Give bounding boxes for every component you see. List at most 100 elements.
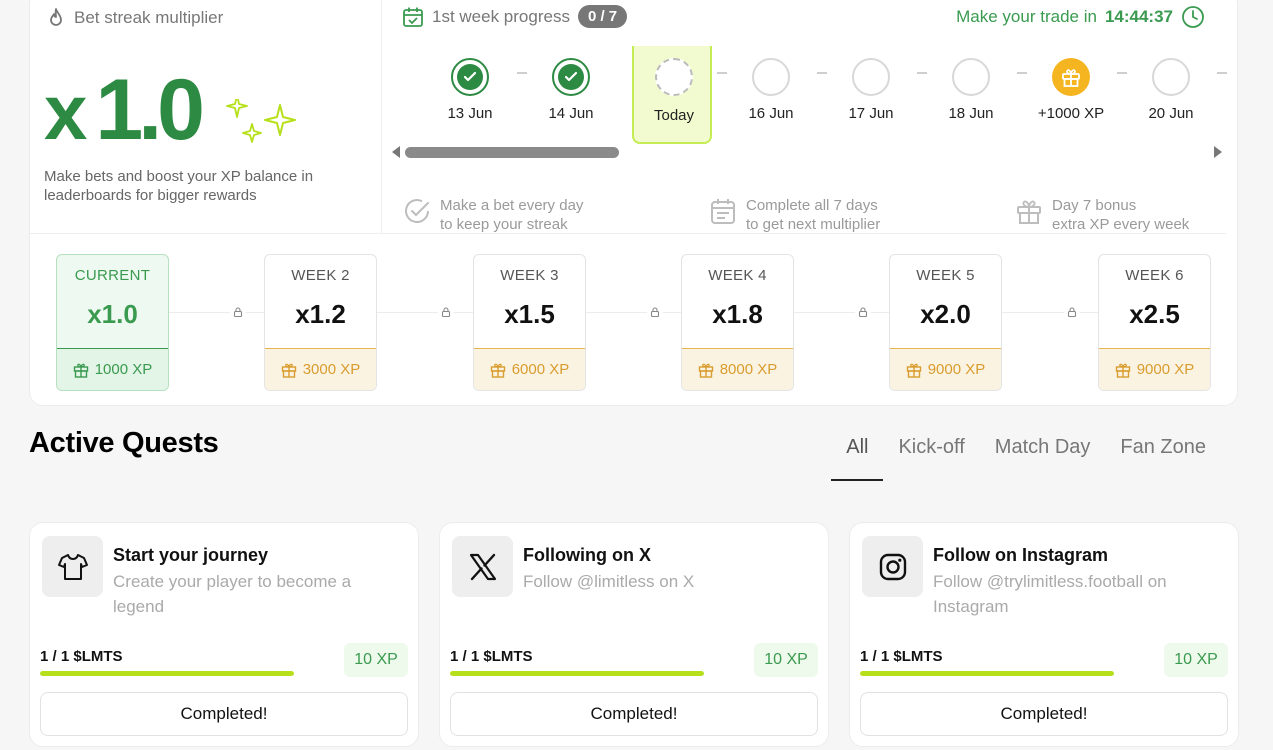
- quest-completed-button[interactable]: Completed!: [40, 692, 408, 736]
- hint-text: Make a bet every day to keep your streak: [440, 196, 583, 234]
- quest-progress-fill: [450, 671, 704, 676]
- scroll-thumb[interactable]: [405, 147, 619, 158]
- week-xp-reward: 6000 XP: [474, 348, 585, 390]
- week-xp-text: 8000 XP: [719, 361, 778, 378]
- week-name: WEEK 4: [708, 267, 767, 284]
- day-item[interactable]: 16 Jun: [731, 46, 811, 152]
- tab-match-day[interactable]: Match Day: [980, 434, 1106, 481]
- week-xp-reward: 3000 XP: [265, 348, 376, 390]
- week-xp-reward: 8000 XP: [682, 348, 793, 390]
- scroll-left-arrow-icon[interactable]: [392, 146, 400, 158]
- hint-text: Complete all 7 days to get next multiplie…: [746, 196, 880, 234]
- week-name: WEEK 6: [1125, 267, 1184, 284]
- x-logo-icon: [469, 553, 496, 580]
- quest-completed-button[interactable]: Completed!: [450, 692, 818, 736]
- week-multiplier: x2.5: [1129, 299, 1180, 329]
- week-card[interactable]: WEEK 4 x1.8 8000 XP: [681, 254, 794, 391]
- streak-description: Make bets and boost your XP balance in l…: [44, 168, 314, 204]
- tab-kick-off[interactable]: Kick-off: [883, 434, 979, 481]
- hint-line: Day 7 bonus: [1052, 197, 1137, 214]
- quest-card: Following on X Follow @limitless on X 1 …: [439, 522, 829, 747]
- week-xp-text: 1000 XP: [94, 361, 153, 378]
- week-card-current[interactable]: CURRENT x1.0 1000 XP: [56, 254, 169, 391]
- quest-xp-badge: 10 XP: [344, 643, 408, 677]
- lock-icon: [855, 304, 871, 320]
- quest-progress-fill: [860, 671, 1114, 676]
- quest-card: Follow on Instagram Follow @trylimitless…: [849, 522, 1239, 747]
- quest-description: Create your player to become a legend: [113, 572, 352, 616]
- sparkles-icon: [226, 99, 296, 143]
- hint-line: extra XP every week: [1052, 216, 1190, 233]
- week-card[interactable]: WEEK 5 x2.0 9000 XP: [889, 254, 1002, 391]
- gift-icon: [1062, 69, 1080, 87]
- week-name: WEEK 3: [500, 267, 559, 284]
- quest-title: Following on X: [523, 545, 651, 565]
- days-scrollbar[interactable]: [392, 146, 1222, 160]
- quest-description: Follow @limitless on X: [523, 572, 695, 591]
- day-item[interactable]: 18 Jun: [931, 46, 1011, 152]
- streak-title-text: Bet streak multiplier: [74, 8, 224, 27]
- week-card[interactable]: WEEK 2 x1.2 3000 XP: [264, 254, 377, 391]
- scroll-right-arrow-icon[interactable]: [1214, 146, 1222, 158]
- day-status-done: [552, 58, 590, 96]
- day-item[interactable]: 2: [1199, 46, 1237, 152]
- trade-timer: Make your trade in 14:44:37: [956, 5, 1205, 29]
- week-xp-text: 9000 XP: [927, 361, 986, 378]
- hint-line: Complete all 7 days: [746, 197, 878, 214]
- gift-icon: [490, 363, 505, 378]
- hint-text: Day 7 bonus extra XP every week: [1052, 196, 1189, 234]
- week-card[interactable]: WEEK 3 x1.5 6000 XP: [473, 254, 586, 391]
- quest-icon-box: [42, 536, 103, 597]
- day-separator: [1017, 72, 1027, 74]
- gift-icon: [1115, 363, 1130, 378]
- hint-line: to get next multiplier: [746, 216, 881, 233]
- day-item-bonus[interactable]: +1000 XP: [1031, 46, 1111, 152]
- check-icon: [463, 71, 477, 82]
- calendar-check-icon: [403, 7, 423, 27]
- week-name: CURRENT: [74, 267, 151, 284]
- check-circle-icon: [405, 199, 429, 223]
- week-progress-badge: 0 / 7: [577, 5, 628, 28]
- week-xp-reward: 9000 XP: [1099, 348, 1210, 390]
- day-label: 14 Jun: [548, 105, 594, 122]
- week-card[interactable]: WEEK 6 x2.5 9000 XP: [1098, 254, 1211, 391]
- day-label: 18 Jun: [948, 105, 994, 122]
- quest-title: Follow on Instagram: [933, 545, 1109, 565]
- gift-icon: [281, 363, 296, 378]
- day-separator: [1117, 72, 1127, 74]
- day-separator: [917, 72, 927, 74]
- week-progress-label: 1st week progress: [432, 6, 570, 26]
- day-item-today[interactable]: Today: [632, 46, 712, 144]
- quest-progress-bar: [860, 671, 1114, 676]
- tshirt-icon: [57, 553, 88, 580]
- quest-progress-bar: [40, 671, 294, 676]
- quest-tabs: All Kick-off Match Day Fan Zone: [831, 434, 1221, 481]
- quest-progress-fill: [40, 671, 294, 676]
- day-item[interactable]: 14 Jun: [531, 46, 611, 152]
- day-status-pending: [1152, 58, 1190, 96]
- week-xp-text: 9000 XP: [1136, 361, 1195, 378]
- week-xp-reward: 1000 XP: [57, 348, 168, 390]
- day-separator: [517, 72, 527, 74]
- day-label: 2: [1209, 105, 1237, 122]
- quest-title: Start your journey: [113, 545, 269, 565]
- day-label: 17 Jun: [848, 105, 894, 122]
- quest-card: Start your journey Create your player to…: [29, 522, 419, 747]
- quest-xp-badge: 10 XP: [754, 643, 818, 677]
- week-multiplier: x2.0: [920, 299, 971, 329]
- gift-icon: [1017, 200, 1041, 224]
- lock-icon: [438, 304, 454, 320]
- quest-completed-button[interactable]: Completed!: [860, 692, 1228, 736]
- tab-fan-zone[interactable]: Fan Zone: [1105, 434, 1221, 481]
- day-item[interactable]: 13 Jun: [430, 46, 510, 152]
- day-item[interactable]: 17 Jun: [831, 46, 911, 152]
- tab-all[interactable]: All: [831, 434, 884, 481]
- lock-icon: [230, 304, 246, 320]
- quest-progress-text: 1 / 1 $LMTS: [40, 648, 123, 665]
- hint-item: Complete all 7 days to get next multiplie…: [708, 196, 880, 234]
- week-multiplier: x1.8: [712, 299, 763, 329]
- day-label: 13 Jun: [447, 105, 493, 122]
- clock-icon: [1182, 6, 1204, 28]
- week-multiplier: x1.2: [295, 299, 346, 329]
- lock-icon: [1064, 304, 1080, 320]
